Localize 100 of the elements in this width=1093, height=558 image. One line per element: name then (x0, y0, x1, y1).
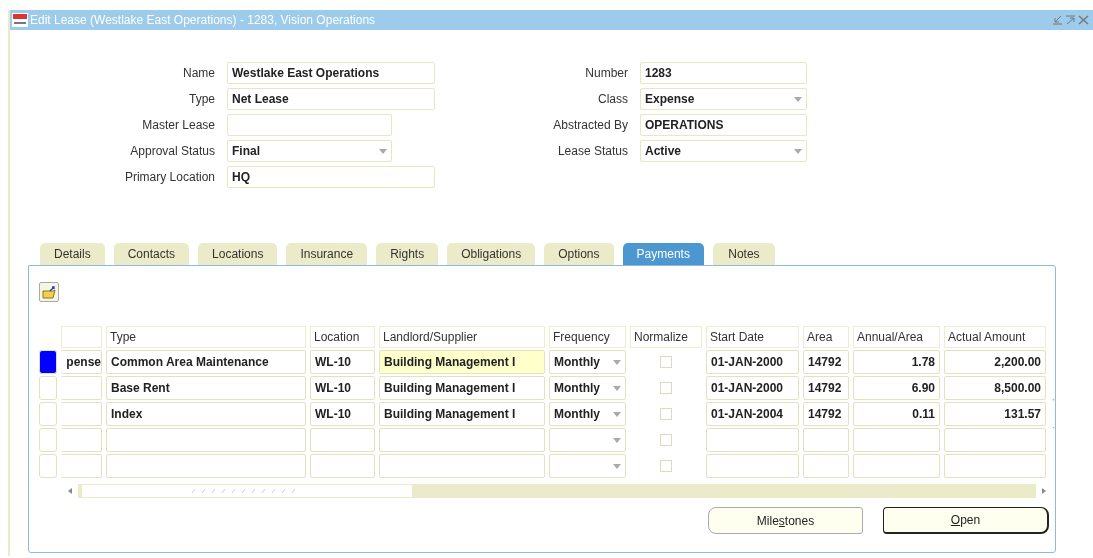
table-cell[interactable] (944, 454, 1046, 478)
column-header (61, 326, 102, 348)
input-field[interactable]: Net Lease (227, 88, 435, 110)
input-field[interactable] (227, 114, 392, 136)
tab[interactable]: Details (40, 243, 105, 265)
table-cell[interactable] (706, 454, 799, 478)
dropdown-field[interactable] (549, 428, 626, 452)
field-label: Type (188, 91, 215, 108)
table-cell[interactable]: 01-JAN-2004 (706, 402, 799, 426)
tab[interactable]: Options (544, 243, 614, 265)
row-selector[interactable] (39, 350, 57, 374)
table-cell[interactable] (61, 402, 102, 426)
tab[interactable]: Contacts (113, 243, 190, 265)
input-field[interactable]: HQ (227, 166, 435, 188)
table-cell[interactable]: 01-JAN-2000 (706, 350, 799, 374)
caret-icon (794, 148, 802, 154)
checkbox[interactable] (660, 408, 672, 420)
table-cell[interactable]: Building Management I (379, 376, 545, 400)
table-cell[interactable] (379, 454, 545, 478)
tab[interactable]: Insurance (286, 243, 368, 265)
input-field[interactable]: 1283 (640, 62, 807, 84)
input-field[interactable]: Westlake East Operations (227, 62, 435, 84)
table-cell[interactable] (379, 428, 545, 452)
dropdown-field[interactable]: Monthly (549, 376, 626, 400)
column-header: Location (310, 326, 375, 348)
tab[interactable]: Notes (712, 243, 775, 265)
field-label: Master Lease (141, 117, 215, 134)
table-cell[interactable] (61, 428, 102, 452)
dropdown-field[interactable]: Expense (640, 88, 807, 110)
table-cell[interactable]: Base Rent (106, 376, 306, 400)
table-cell[interactable]: 131.57 (944, 402, 1046, 426)
caret-icon (613, 385, 621, 391)
tab[interactable]: Rights (376, 243, 439, 265)
table-cell[interactable]: 1.78 (853, 350, 940, 374)
caret-icon (613, 437, 621, 443)
dropdown-field[interactable]: Final (227, 140, 392, 162)
field-label: Primary Location (123, 169, 215, 186)
caret-icon (613, 411, 621, 417)
column-header: Landlord/Supplier (379, 326, 545, 348)
table-cell[interactable] (853, 454, 940, 478)
checkbox[interactable] (660, 382, 672, 394)
checkbox[interactable] (660, 460, 672, 472)
table-cell[interactable] (803, 454, 849, 478)
table-cell[interactable] (106, 428, 306, 452)
window-title: Edit Lease (Westlake East Operations) - 1283, Vision Operations (30, 13, 377, 27)
table-cell[interactable] (310, 428, 375, 452)
minimize-icon[interactable] (1052, 15, 1063, 25)
column-header: Area (803, 326, 849, 348)
checkbox[interactable] (660, 434, 672, 446)
table-cell[interactable]: 0.11 (853, 402, 940, 426)
table-cell[interactable]: 2,200.00 (944, 350, 1046, 374)
field-label: Name (182, 65, 215, 82)
table-cell[interactable]: 01-JAN-2000 (706, 376, 799, 400)
table-cell[interactable]: Building Management I (379, 402, 545, 426)
caret-icon (379, 148, 387, 154)
table-cell[interactable] (853, 428, 940, 452)
column-header: Type (106, 326, 306, 348)
dropdown-field[interactable]: Monthly (549, 350, 626, 374)
table-cell[interactable]: WL-10 (310, 402, 375, 426)
tab[interactable]: Obligations (447, 243, 536, 265)
folder-icon[interactable] (39, 282, 59, 302)
table-cell[interactable]: 14792 (803, 376, 849, 400)
table-cell[interactable] (310, 454, 375, 478)
table-cell[interactable]: Common Area Maintenance (106, 350, 306, 374)
field-label: Class (597, 91, 628, 108)
caret-icon (613, 463, 621, 469)
column-header: Normalize (630, 326, 702, 348)
dropdown-field[interactable]: Active (640, 140, 807, 162)
column-header: Actual Amount (944, 326, 1046, 348)
dropdown-field[interactable] (549, 454, 626, 478)
field-label: Abstracted By (552, 117, 628, 134)
table-cell[interactable] (706, 428, 799, 452)
table-cell[interactable]: WL-10 (310, 376, 375, 400)
table-cell[interactable] (803, 428, 849, 452)
input-field[interactable]: OPERATIONS (640, 114, 807, 136)
dropdown-field[interactable]: Monthly (549, 402, 626, 426)
field-label: Lease Status (556, 143, 628, 160)
table-cell[interactable] (944, 428, 1046, 452)
checkbox[interactable] (660, 356, 672, 368)
column-header: Start Date (706, 326, 799, 348)
table-cell[interactable] (106, 454, 306, 478)
app-icon (12, 13, 28, 27)
table-cell[interactable]: 14792 (803, 402, 849, 426)
table-cell[interactable]: Index (106, 402, 306, 426)
table-cell[interactable] (61, 454, 102, 478)
table-cell[interactable]: Building Management I (379, 350, 545, 374)
table-cell[interactable]: WL-10 (310, 350, 375, 374)
table-cell[interactable]: 6.90 (853, 376, 940, 400)
table-cell[interactable]: 8,500.00 (944, 376, 1046, 400)
table-cell[interactable]: pense (61, 350, 102, 374)
close-icon[interactable] (1078, 15, 1089, 25)
tab[interactable]: Locations (198, 243, 278, 265)
horizontal-scrollbar[interactable] (62, 484, 1052, 498)
table-cell[interactable]: 14792 (803, 350, 849, 374)
field-label: Approval Status (129, 143, 215, 160)
maximize-icon[interactable] (1065, 15, 1076, 25)
table-cell[interactable] (61, 376, 102, 400)
caret-icon (613, 359, 621, 365)
action-button[interactable]: Milestones (708, 507, 863, 534)
action-button[interactable]: Open (883, 507, 1049, 534)
